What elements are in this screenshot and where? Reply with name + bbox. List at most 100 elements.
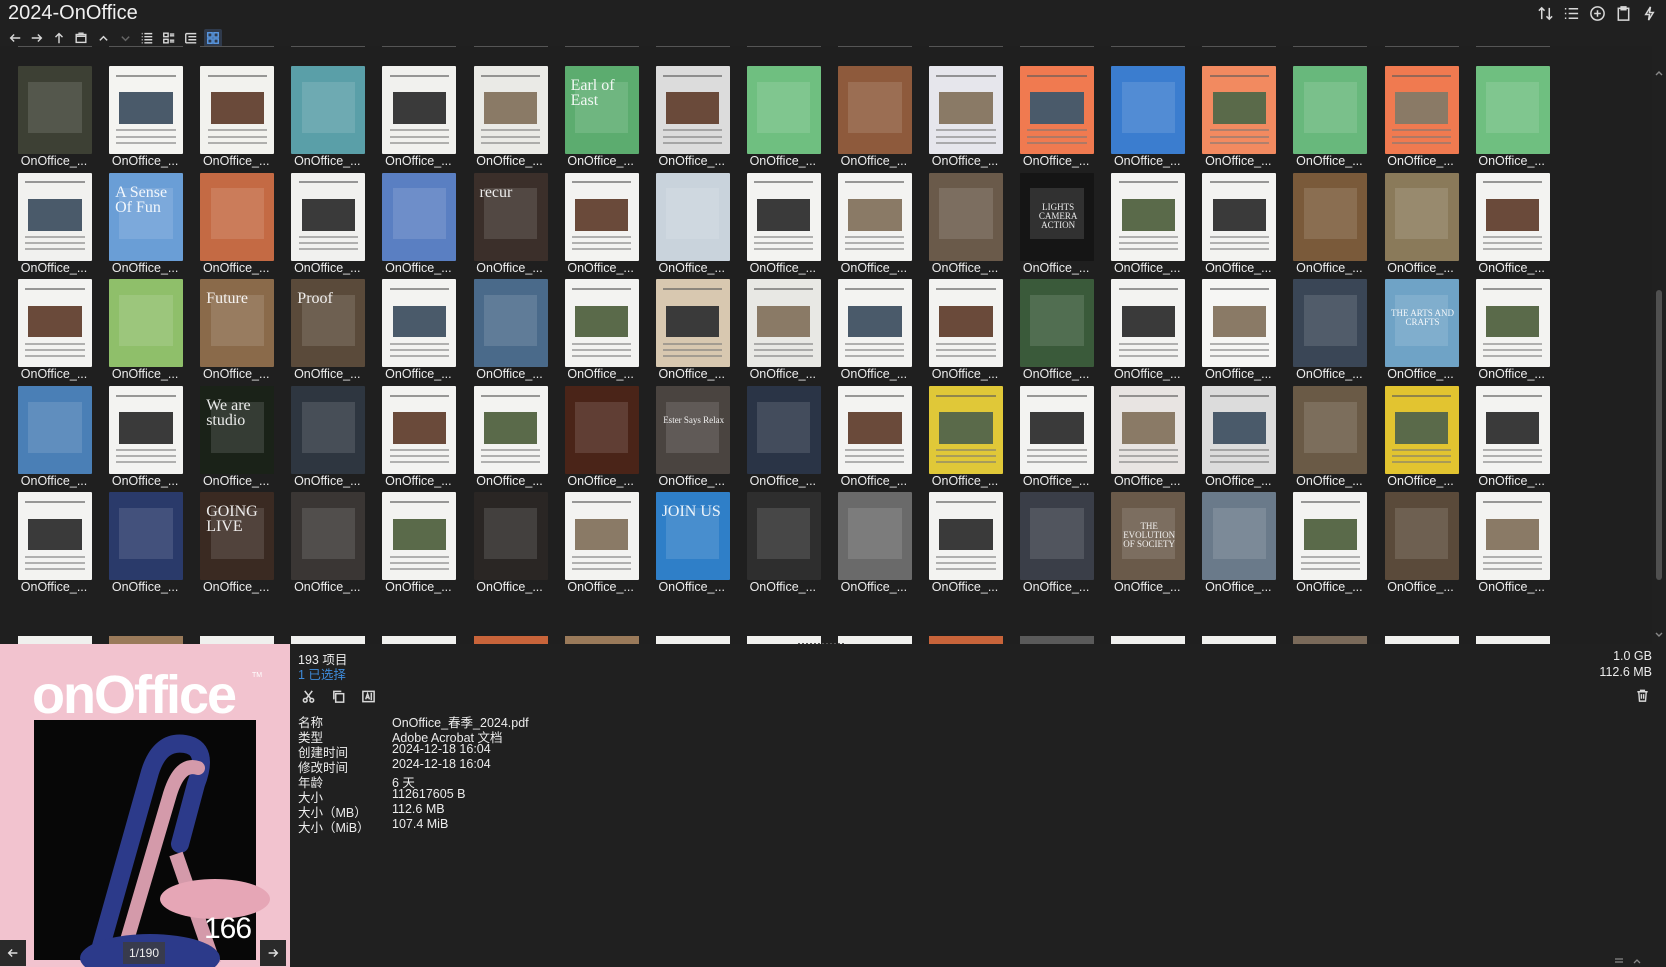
partial-row-item[interactable] [929,636,1003,644]
collapse-pane-icon[interactable] [1614,957,1624,965]
thumbnail-item[interactable]: THE EVOLUTION OF SOCIETY OnOffice_... [1101,476,1193,594]
thumbnail-item[interactable]: OnOffice_... [737,476,829,594]
thumbnail-item[interactable]: OnOffice_... [1283,476,1375,594]
thumbnail-item[interactable]: LIGHTS CAMERA ACTION OnOffice_... [1010,157,1102,275]
thumbnail-item[interactable]: OnOffice_... [1283,50,1375,168]
thumbnail-item[interactable]: OnOffice_... [372,263,464,381]
partial-row-item[interactable] [1202,636,1277,644]
thumbnail-item[interactable]: OnOffice_... [464,476,556,594]
thumbnail-item[interactable]: OnOffice_... [919,476,1011,594]
vertical-scrollbar[interactable] [1652,50,1666,644]
thumbnail-item[interactable]: Ester Says Relax OnOffice_... [646,370,738,488]
thumbnail-view-icon[interactable] [204,29,222,47]
thumbnail-item[interactable]: OnOffice_... [646,50,738,168]
thumbnail-item[interactable]: OnOffice_... [737,157,829,275]
list-view-icon[interactable] [138,29,156,47]
forward-icon[interactable] [28,29,46,47]
add-icon[interactable] [1588,4,1606,22]
thumbnail-item[interactable]: GOING LIVE OnOffice_... [190,476,282,594]
partial-row-item[interactable] [1020,636,1095,644]
thumbnail-item[interactable]: OnOffice_... [828,476,920,594]
thumbnail-item[interactable]: OnOffice_... [828,157,920,275]
thumbnail-item[interactable]: OnOffice_... [1283,263,1375,381]
up-icon[interactable] [50,29,68,47]
thumbnail-item[interactable]: Future OnOffice_... [190,263,282,381]
details-view-icon[interactable] [160,29,178,47]
thumbnail-item[interactable]: OnOffice_... [1010,476,1102,594]
thumbnail-item[interactable]: OnOffice_... [737,50,829,168]
thumbnail-item[interactable]: OnOffice_... [8,157,100,275]
clipboard-icon[interactable] [1614,4,1632,22]
rename-icon[interactable] [358,686,378,706]
partial-row-item[interactable] [18,636,92,644]
folder-tree-icon[interactable] [72,29,90,47]
thumbnail-item[interactable]: OnOffice_... [372,476,464,594]
cut-icon[interactable] [298,686,318,706]
partial-row-item[interactable] [109,636,184,644]
thumbnail-item[interactable]: OnOffice_... [1466,476,1558,594]
selected-count[interactable]: 1 已选择 [298,664,346,683]
partial-row-item[interactable] [291,636,366,644]
thumbnail-item[interactable]: OnOffice_... [1283,157,1375,275]
thumbnail-item[interactable]: OnOffice_... [372,370,464,488]
thumbnail-item[interactable]: OnOffice_... [555,476,647,594]
partial-row-item[interactable] [655,636,730,644]
thumbnail-item[interactable]: OnOffice_... [828,50,920,168]
thumbnail-item[interactable]: OnOffice_... [1466,263,1558,381]
prev-page-button[interactable] [0,940,26,966]
thumbnail-item[interactable]: OnOffice_... [828,370,920,488]
thumbnail-item[interactable]: OnOffice_... [1375,157,1467,275]
thumbnail-item[interactable]: OnOffice_... [919,50,1011,168]
thumbnail-item[interactable]: OnOffice_... [190,157,282,275]
thumbnail-item[interactable]: OnOffice_... [555,157,647,275]
thumbnail-item[interactable]: OnOffice_... [99,50,191,168]
next-page-button[interactable] [260,940,286,966]
partial-row-item[interactable] [1111,636,1186,644]
thumbnail-item[interactable]: THE ARTS AND CRAFTS OnOffice_... [1375,263,1467,381]
thumbnail-item[interactable]: OnOffice_... [737,263,829,381]
collapse-down-icon[interactable] [116,29,134,47]
thumbnail-item[interactable]: OnOffice_... [919,157,1011,275]
thumbnail-item[interactable]: OnOffice_... [1010,263,1102,381]
thumbnail-item[interactable]: OnOffice_... [1192,157,1284,275]
thumbnail-item[interactable]: OnOffice_... [1101,370,1193,488]
thumbnail-item[interactable]: OnOffice_... [1010,370,1102,488]
thumbnail-item[interactable]: JOIN US OnOffice_... [646,476,738,594]
thumbnail-item[interactable]: OnOffice_... [464,50,556,168]
thumbnail-item[interactable]: OnOffice_... [1283,370,1375,488]
thumbnail-item[interactable]: OnOffice_... [281,370,373,488]
thumbnail-item[interactable]: OnOffice_... [190,50,282,168]
sort-icon[interactable] [1536,4,1554,22]
thumbnail-item[interactable]: A Sense Of Fun OnOffice_... [99,157,191,275]
thumbnail-item[interactable]: OnOffice_... [281,50,373,168]
thumbnail-item[interactable]: OnOffice_... [1101,50,1193,168]
scrollbar-thumb[interactable] [1656,290,1662,580]
partial-row-item[interactable] [473,636,548,644]
thumbnail-item[interactable]: Earl of East OnOffice_... [555,50,647,168]
thumbnail-item[interactable]: OnOffice_... [8,370,100,488]
thumbnail-item[interactable]: OnOffice_... [99,476,191,594]
partial-row-item[interactable] [1293,636,1368,644]
thumbnail-item[interactable]: OnOffice_... [555,263,647,381]
thumbnail-item[interactable]: OnOffice_... [1466,370,1558,488]
thumbnail-item[interactable]: OnOffice_... [464,263,556,381]
thumbnail-grid[interactable]: OnOffice_... OnOffice_... OnOffice_... OnOf… [0,46,1652,644]
thumbnail-item[interactable]: OnOffice_... [8,476,100,594]
thumbnail-item[interactable]: OnOffice_... [1192,476,1284,594]
thumbnail-item[interactable]: OnOffice_... [372,50,464,168]
thumbnail-item[interactable]: OnOffice_... [1466,50,1558,168]
thumbnail-item[interactable]: OnOffice_... [919,370,1011,488]
thumbnail-item[interactable]: OnOffice_... [1375,370,1467,488]
thumbnail-item[interactable]: OnOffice_... [1466,157,1558,275]
thumbnail-item[interactable]: OnOffice_... [464,370,556,488]
partial-row-item[interactable] [564,636,639,644]
thumbnail-item[interactable]: OnOffice_... [646,263,738,381]
chevron-up-icon[interactable] [1632,957,1642,965]
thumbnail-item[interactable]: OnOffice_... [1192,50,1284,168]
scroll-down-icon[interactable] [1655,626,1663,637]
thumbnail-item[interactable]: Proof OnOffice_... [281,263,373,381]
partial-row-item[interactable] [1384,636,1459,644]
thumbnail-item[interactable]: OnOffice_... [919,263,1011,381]
partial-row-item[interactable] [837,636,912,644]
thumbnail-item[interactable]: OnOffice_... [555,370,647,488]
